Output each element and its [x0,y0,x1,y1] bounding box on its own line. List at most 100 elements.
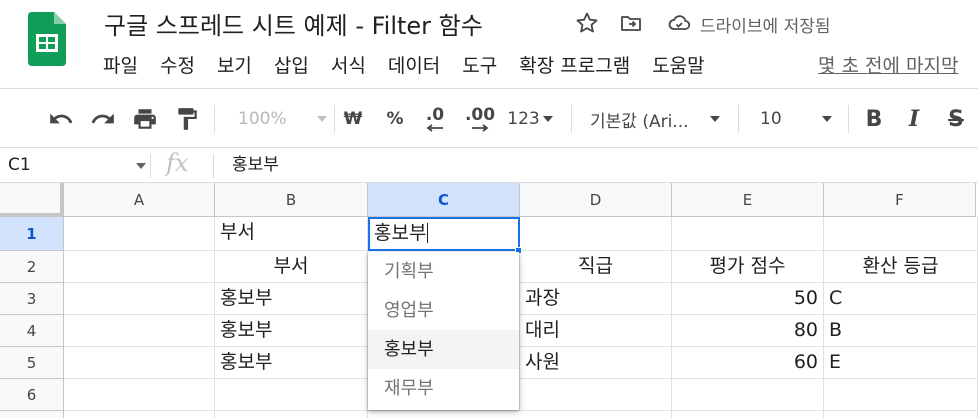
cell-b1[interactable]: 부서 [215,217,368,251]
menu-extensions[interactable]: 확장 프로그램 [508,50,641,82]
more-formats-button[interactable]: 123 [505,102,555,136]
menu-insert[interactable]: 삽입 [263,50,320,82]
paint-format-icon[interactable] [170,102,204,136]
dropdown-option[interactable]: 재무부 [368,369,519,408]
cell-d1[interactable] [520,217,672,251]
cell-e6[interactable] [672,379,824,411]
cell-a5[interactable] [64,347,215,379]
menu-data[interactable]: 데이터 [377,50,451,82]
more-formats-label: 123 [507,109,540,129]
save-status[interactable]: 드라이브에 저장됨 [700,12,831,37]
row-header-7[interactable] [0,411,64,418]
undo-icon[interactable] [44,102,78,136]
decrease-decimal-button[interactable]: .0 [418,102,452,136]
cell-b7[interactable] [215,411,368,418]
row-header-6[interactable]: 6 [0,379,64,411]
strikethrough-button[interactable]: S [940,102,972,136]
toolbar-divider [214,105,215,133]
cell-f4[interactable]: B [824,315,978,347]
print-icon[interactable] [128,102,162,136]
increase-decimal-button[interactable]: .00 [462,102,498,136]
cell-d4[interactable]: 대리 [520,315,672,347]
cell-d5[interactable]: 사원 [520,347,672,379]
menu-help[interactable]: 도움말 [641,50,715,82]
cell-a3[interactable] [64,283,215,315]
name-box[interactable]: C1 [8,153,146,177]
font-size-value: 10 [760,109,782,129]
cell-d3[interactable]: 과장 [520,283,672,315]
cell-a4[interactable] [64,315,215,347]
cell-d2[interactable]: 직급 [520,251,672,283]
last-edit-link[interactable]: 몇 초 전에 마지막 [818,51,958,78]
dropdown-option-highlighted[interactable]: 홍보부 [368,330,519,369]
chevron-down-icon [542,116,553,122]
bold-button[interactable]: B [858,102,890,136]
redo-icon[interactable] [86,102,120,136]
cell-f3[interactable]: C [824,283,978,315]
font-family-select[interactable]: 기본값 (Ari... [580,102,728,136]
dropdown-option[interactable]: 영업부 [368,291,519,330]
column-header-a[interactable]: A [64,183,215,217]
cell-e4[interactable]: 80 [672,315,824,347]
cell-e1[interactable] [672,217,824,251]
cell-e5[interactable]: 60 [672,347,824,379]
column-header-e[interactable]: E [672,183,824,217]
row-header-4[interactable]: 4 [0,315,64,347]
column-header-b[interactable]: B [215,183,368,217]
cell-f5[interactable]: E [824,347,978,379]
cell-e3[interactable]: 50 [672,283,824,315]
cell-d7[interactable] [520,411,672,418]
chevron-down-icon [822,116,832,122]
cell-e2[interactable]: 평가 점수 [672,251,824,283]
cell-f6[interactable] [824,379,978,411]
function-icon: fx [166,149,189,177]
toolbar-divider [738,105,739,133]
menu-tools[interactable]: 도구 [451,50,508,82]
menu-format[interactable]: 서식 [320,50,377,82]
cell-a6[interactable] [64,379,215,411]
cell-e7[interactable] [672,411,824,418]
select-all-corner[interactable] [0,183,64,217]
cell-b5[interactable]: 홍보부 [215,347,368,379]
row-header-2[interactable]: 2 [0,251,64,283]
cell-d6[interactable] [520,379,672,411]
move-folder-icon[interactable] [618,10,644,36]
percent-format-button[interactable]: % [380,102,410,136]
formula-input[interactable]: 홍보부 [232,153,279,177]
row-header-3[interactable]: 3 [0,283,64,315]
dropdown-option[interactable]: 기획부 [368,252,519,291]
cell-c1[interactable]: 홍보부 [368,217,520,251]
menu-view[interactable]: 보기 [206,50,263,82]
font-size-select[interactable]: 10 [746,102,838,136]
cell-a1[interactable] [64,217,215,251]
increase-decimal-label: .00 [464,105,496,125]
cell-f2[interactable]: 환산 등급 [824,251,978,283]
data-validation-dropdown: 기획부 영업부 홍보부 재무부 [368,252,519,410]
sheets-logo-icon[interactable] [28,12,66,66]
italic-button[interactable]: I [898,102,930,136]
cell-f7[interactable] [824,411,978,418]
cell-f1[interactable] [824,217,978,251]
star-icon[interactable] [574,10,600,36]
menu-file[interactable]: 파일 [92,50,149,82]
document-title[interactable]: 구글 스프레드 시트 예제 - Filter 함수 [104,6,483,41]
menu-edit[interactable]: 수정 [149,50,206,82]
column-header-d[interactable]: D [520,183,672,217]
font-family-value: 기본값 (Ari... [590,111,689,132]
column-header-c[interactable]: C [368,183,520,217]
cell-a2[interactable] [64,251,215,283]
row-header-5[interactable]: 5 [0,347,64,379]
column-header-f[interactable]: F [824,183,976,217]
cell-b2[interactable]: 부서 [215,251,368,283]
zoom-select[interactable]: 100% [226,102,332,136]
arrow-left-icon [426,124,443,132]
cell-b6[interactable] [215,379,368,411]
row-header-1[interactable]: 1 [0,217,64,251]
app-header: 구글 스프레드 시트 예제 - Filter 함수 드라이브에 저장됨 파일 수… [0,0,978,88]
arrow-right-icon [472,124,489,132]
cell-b4[interactable]: 홍보부 [215,315,368,347]
cell-b3[interactable]: 홍보부 [215,283,368,315]
cell-a7[interactable] [64,411,215,418]
currency-format-button[interactable]: ₩ [338,102,368,136]
cloud-saved-icon[interactable] [666,10,692,36]
